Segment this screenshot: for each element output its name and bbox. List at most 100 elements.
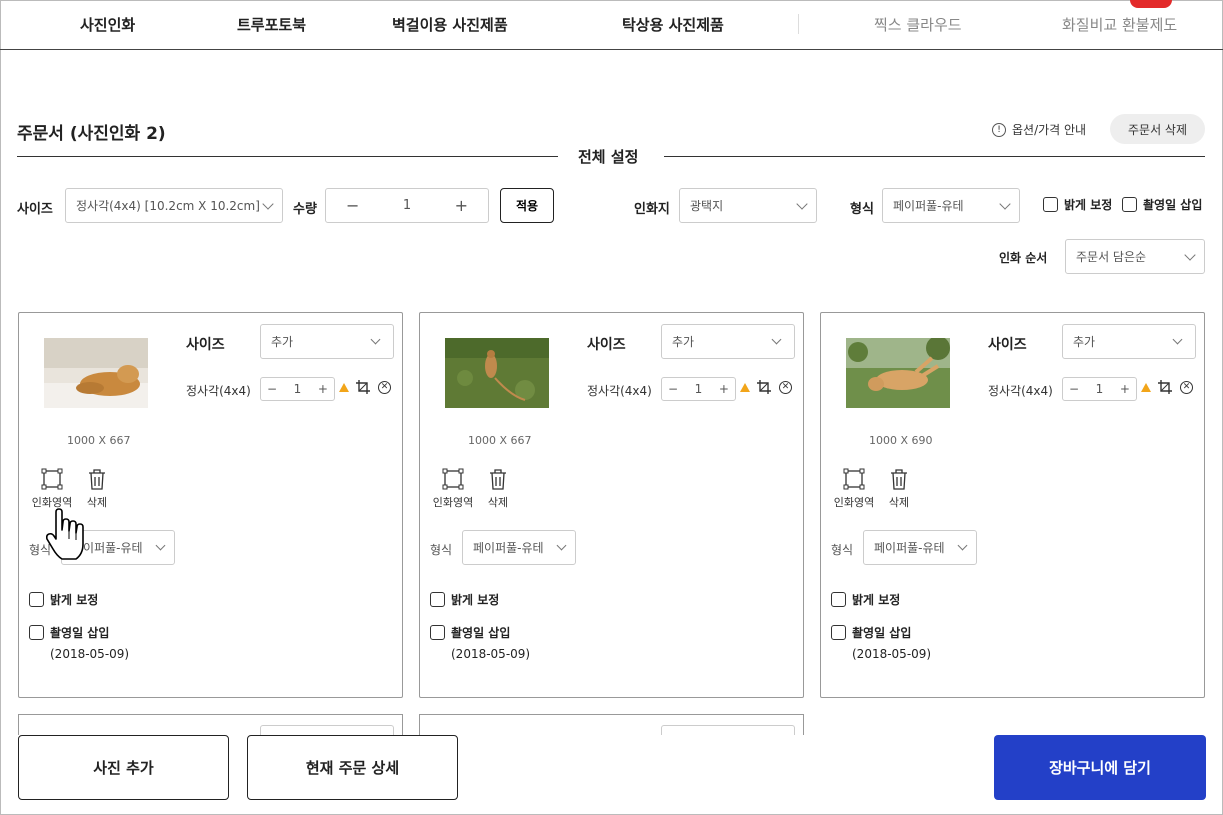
- delete-photo-button[interactable]: 삭제: [874, 468, 924, 510]
- trash-icon: [891, 469, 907, 490]
- capture-date: (2018-05-09): [451, 647, 531, 661]
- checkbox-box[interactable]: [29, 592, 44, 607]
- quantity-stepper[interactable]: − 1 +: [325, 188, 489, 223]
- checkbox-box[interactable]: [430, 625, 445, 640]
- nav-true-photobook[interactable]: 트루포토북: [237, 14, 306, 35]
- chevron-down-icon: [370, 334, 381, 345]
- photo-thumbnail-dog-grass[interactable]: [445, 338, 549, 408]
- checkbox-box[interactable]: [1122, 197, 1137, 212]
- print-order-label: 인화 순서: [999, 251, 1048, 265]
- minus-button[interactable]: −: [668, 382, 678, 396]
- delete-photo-button[interactable]: 삭제: [72, 468, 122, 510]
- print-area-button[interactable]: 인화영역: [27, 468, 77, 510]
- chevron-down-icon: [796, 198, 808, 210]
- card-date-insert-checkbox[interactable]: 촬영일 삽입: [831, 624, 911, 641]
- checkbox-box[interactable]: [831, 625, 846, 640]
- chevron-down-icon: [999, 198, 1011, 210]
- photo-card: 1000 X 667 사이즈 추가 정사각(4x4) − 1 + ✕ 인화영역 …: [419, 312, 804, 698]
- delete-photo-button[interactable]: 삭제: [473, 468, 523, 510]
- minus-button[interactable]: −: [1069, 382, 1079, 396]
- paper-select[interactable]: 광택지: [679, 188, 817, 223]
- add-to-cart-button[interactable]: 장바구니에 담기: [994, 735, 1206, 800]
- card-quantity-stepper[interactable]: − 1 +: [260, 377, 335, 401]
- remove-icon[interactable]: ✕: [1180, 381, 1193, 394]
- card-size-select[interactable]: 추가: [661, 324, 795, 359]
- card-brighten-checkbox[interactable]: 밝게 보정: [29, 591, 98, 608]
- notification-badge: [1130, 0, 1172, 8]
- quantity-label: 수량: [293, 202, 317, 217]
- card-type-select[interactable]: 페이퍼풀-유테: [462, 530, 576, 565]
- paper-select-value: 광택지: [690, 199, 724, 213]
- date-insert-label: 촬영일 삽입: [451, 626, 511, 640]
- card-quantity-stepper[interactable]: − 1 +: [661, 377, 736, 401]
- card-quantity-value: 1: [1095, 382, 1104, 396]
- photo-thumbnail-dog-bed[interactable]: [44, 338, 148, 408]
- checkbox-box[interactable]: [29, 625, 44, 640]
- date-insert-label: 촬영일 삽입: [1143, 198, 1203, 212]
- plus-button[interactable]: +: [318, 382, 328, 396]
- nav-zzixx-cloud[interactable]: 찍스 클라우드: [874, 14, 962, 35]
- order-detail-button[interactable]: 현재 주문 상세: [247, 735, 458, 800]
- apply-button[interactable]: 적용: [500, 188, 554, 223]
- option-price-guide-label: 옵션/가격 안내: [1012, 123, 1087, 137]
- plus-button[interactable]: +: [719, 382, 729, 396]
- type-select[interactable]: 페이퍼풀-유테: [882, 188, 1020, 223]
- print-area-button[interactable]: 인화영역: [428, 468, 478, 510]
- chevron-down-icon: [1172, 334, 1183, 345]
- crop-icon[interactable]: [757, 380, 771, 394]
- type-label: 형식: [850, 202, 874, 217]
- crop-icon[interactable]: [1158, 380, 1172, 394]
- photo-card: 1000 X 667 사이즈 추가 정사각(4x4) − 1 + ✕ 인화영역 …: [18, 312, 403, 698]
- image-dimensions: 1000 X 690: [869, 434, 933, 447]
- checkbox-box[interactable]: [430, 592, 445, 607]
- photo-thumbnail-dog-rolling[interactable]: [846, 338, 950, 408]
- card-size-select[interactable]: 추가: [1062, 324, 1196, 359]
- crop-icon[interactable]: [356, 380, 370, 394]
- nav-photo-print[interactable]: 사진인화: [80, 14, 135, 35]
- checkbox-box[interactable]: [831, 592, 846, 607]
- nav-wall-products[interactable]: 벽걸이용 사진제품: [392, 14, 508, 35]
- remove-icon[interactable]: ✕: [378, 381, 391, 394]
- size-select-value: 정사각(4x4) [10.2cm X 10.2cm]: [76, 199, 260, 213]
- delete-photo-label: 삭제: [487, 496, 509, 509]
- card-brighten-checkbox[interactable]: 밝게 보정: [430, 591, 499, 608]
- card-type-select[interactable]: 페이퍼풀-유테: [863, 530, 977, 565]
- delete-order-button[interactable]: 주문서 삭제: [1110, 114, 1205, 144]
- add-photo-button[interactable]: 사진 추가: [18, 735, 229, 800]
- card-date-insert-checkbox[interactable]: 촬영일 삽입: [29, 624, 109, 641]
- checkbox-box[interactable]: [1043, 197, 1058, 212]
- print-area-label: 인화영역: [432, 496, 474, 509]
- minus-button[interactable]: −: [267, 382, 277, 396]
- remove-icon[interactable]: ✕: [779, 381, 792, 394]
- plus-button[interactable]: +: [1120, 382, 1130, 396]
- minus-button[interactable]: −: [346, 196, 359, 215]
- nav-desk-products[interactable]: 탁상용 사진제품: [622, 14, 724, 35]
- print-area-icon: [843, 468, 865, 490]
- card-size-select[interactable]: 추가: [260, 324, 394, 359]
- print-area-icon: [442, 468, 464, 490]
- date-insert-label: 촬영일 삽입: [852, 626, 912, 640]
- plus-button[interactable]: +: [455, 196, 468, 215]
- card-quantity-stepper[interactable]: − 1 +: [1062, 377, 1137, 401]
- brighten-checkbox[interactable]: 밝게 보정: [1043, 196, 1112, 213]
- card-size-value: 추가: [1073, 335, 1096, 349]
- print-area-label: 인화영역: [833, 496, 875, 509]
- chevron-down-icon: [556, 540, 567, 551]
- size-label: 사이즈: [17, 202, 53, 217]
- print-order-select[interactable]: 주문서 담은순: [1065, 239, 1205, 274]
- card-brighten-checkbox[interactable]: 밝게 보정: [831, 591, 900, 608]
- type-select-value: 페이퍼풀-유테: [893, 199, 964, 213]
- nav-quality-refund[interactable]: 화질비교 환불제도: [1062, 14, 1177, 35]
- card-size-label: 사이즈: [587, 337, 626, 353]
- card-size-label: 사이즈: [988, 337, 1027, 353]
- card-size-label: 사이즈: [186, 337, 225, 353]
- brighten-label: 밝게 보정: [451, 593, 500, 607]
- date-insert-label: 촬영일 삽입: [50, 626, 110, 640]
- card-date-insert-checkbox[interactable]: 촬영일 삽입: [430, 624, 510, 641]
- date-insert-checkbox[interactable]: 촬영일 삽입: [1122, 196, 1202, 213]
- size-select[interactable]: 정사각(4x4) [10.2cm X 10.2cm]: [65, 188, 283, 223]
- print-area-button[interactable]: 인화영역: [829, 468, 879, 510]
- brighten-label: 밝게 보정: [852, 593, 901, 607]
- image-dimensions: 1000 X 667: [67, 434, 131, 447]
- option-price-guide-link[interactable]: ! 옵션/가격 안내: [992, 121, 1086, 138]
